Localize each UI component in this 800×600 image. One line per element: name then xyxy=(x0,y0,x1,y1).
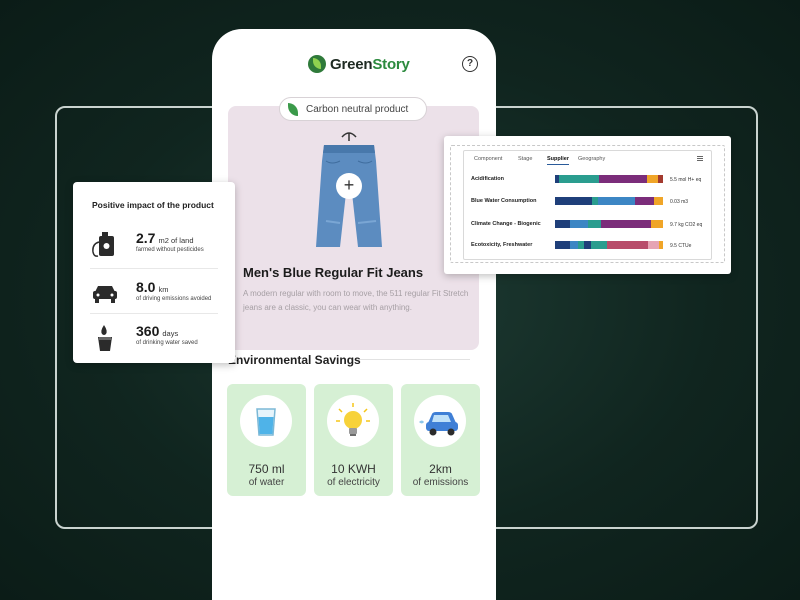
tab-supplier[interactable]: Supplier xyxy=(547,156,570,165)
impact-sub: farmed without pesticides xyxy=(136,247,204,253)
chart-row-value: 5.5 mol H+ eq xyxy=(670,177,702,183)
chart-row-value: 9.5 CTUe xyxy=(670,243,692,249)
bar-segment xyxy=(601,220,652,228)
savings-title: Environmental Savings xyxy=(228,353,361,367)
logo-text: GreenStory xyxy=(330,55,410,73)
bar-segment xyxy=(555,241,571,249)
greenstory-logo[interactable]: GreenStory xyxy=(308,55,410,73)
chart-bar-ecotoxicity[interactable] xyxy=(555,241,663,249)
emissions-circle xyxy=(414,395,466,447)
bar-segment xyxy=(555,220,571,228)
row-divider xyxy=(90,313,218,314)
chart-row-label: Acidification xyxy=(471,176,505,182)
menu-icon[interactable] xyxy=(697,156,703,162)
saving-label: of water xyxy=(248,477,285,488)
bar-segment xyxy=(590,241,607,249)
product-title: Men's Blue Regular Fit Jeans xyxy=(243,265,424,280)
title-divider xyxy=(360,359,470,360)
bar-segment xyxy=(570,220,589,228)
car-front-icon xyxy=(93,286,117,303)
chart-row-value: 9.7 kg CO2 eq xyxy=(670,222,703,228)
bar-segment xyxy=(646,175,658,183)
impact-value: 2.7 m2 of land xyxy=(136,230,194,246)
impact-row-land: 2.7 m2 of land farmed without pesticides xyxy=(90,230,218,270)
saving-value: 10 KWH xyxy=(331,462,376,476)
saving-label: of electricity xyxy=(327,477,380,488)
add-button[interactable]: + xyxy=(336,173,362,199)
tab-component[interactable]: Component xyxy=(474,156,502,162)
chart-row-value: 0.03 m3 xyxy=(670,199,689,205)
bar-segment xyxy=(657,175,663,183)
chart-panel: Component Stage Supplier Geography Acidi… xyxy=(463,150,712,260)
bar-segment xyxy=(651,220,663,228)
leaf-logo-icon xyxy=(308,55,326,73)
bar-segment xyxy=(606,241,648,249)
car-icon xyxy=(419,412,458,436)
product-description: A modern regular with room to move, the … xyxy=(243,289,469,312)
chart-row-label: Blue Water Consumption xyxy=(471,198,537,204)
bar-segment xyxy=(654,197,663,205)
pesticide-can-icon xyxy=(92,232,114,257)
bar-segment xyxy=(559,175,600,183)
impact-value: 8.0 km xyxy=(136,279,169,295)
bar-segment xyxy=(570,241,578,249)
bar-segment xyxy=(588,220,602,228)
saving-card-emissions[interactable]: 2km of emissions xyxy=(401,384,480,496)
tab-stage[interactable]: Stage xyxy=(518,156,532,162)
saving-card-electricity[interactable]: 10 KWH of electricity xyxy=(314,384,393,496)
chart-row-label: Climate Change - Biogenic xyxy=(471,221,541,227)
impact-card: Positive impact of the product 2.7 m2 of … xyxy=(73,182,235,363)
app-header: GreenStory ? xyxy=(212,29,496,91)
row-divider xyxy=(90,268,218,269)
saving-value: 750 ml xyxy=(248,462,285,476)
bar-segment xyxy=(598,197,635,205)
chart-bar-climate-change[interactable] xyxy=(555,220,663,228)
bar-segment xyxy=(555,197,592,205)
saving-label: of emissions xyxy=(412,477,469,488)
electricity-circle xyxy=(327,395,379,447)
impact-sub: of drinking water saved xyxy=(136,340,198,346)
impact-value: 360 days xyxy=(136,323,179,339)
bar-segment xyxy=(647,241,659,249)
saving-card-water[interactable]: 750 ml of water xyxy=(227,384,306,496)
carbon-neutral-badge: Carbon neutral product xyxy=(279,97,427,121)
bar-segment xyxy=(634,197,655,205)
impact-row-water: 360 days of drinking water saved xyxy=(90,323,218,363)
help-icon[interactable]: ? xyxy=(462,56,478,72)
chart-bar-acidification[interactable] xyxy=(555,175,663,183)
chart-bar-blue-water[interactable] xyxy=(555,197,663,205)
badge-label: Carbon neutral product xyxy=(306,103,409,115)
water-glass-icon xyxy=(256,408,276,436)
leaf-icon xyxy=(288,102,298,116)
impact-title: Positive impact of the product xyxy=(92,200,214,210)
impact-chart-card: Component Stage Supplier Geography Acidi… xyxy=(444,136,731,274)
water-drop-cup-icon xyxy=(98,325,112,351)
bar-segment xyxy=(658,241,663,249)
chart-row-label: Ecotoxicity, Freshwater xyxy=(471,242,533,248)
saving-value: 2km xyxy=(429,462,452,476)
tab-geography[interactable]: Geography xyxy=(578,156,605,162)
lightbulb-icon xyxy=(336,403,370,436)
impact-sub: of driving emissions avoided xyxy=(136,296,212,302)
bar-segment xyxy=(599,175,647,183)
phone-screen: GreenStory ? Carbon neutral product + Me… xyxy=(212,29,496,600)
water-circle xyxy=(240,395,292,447)
